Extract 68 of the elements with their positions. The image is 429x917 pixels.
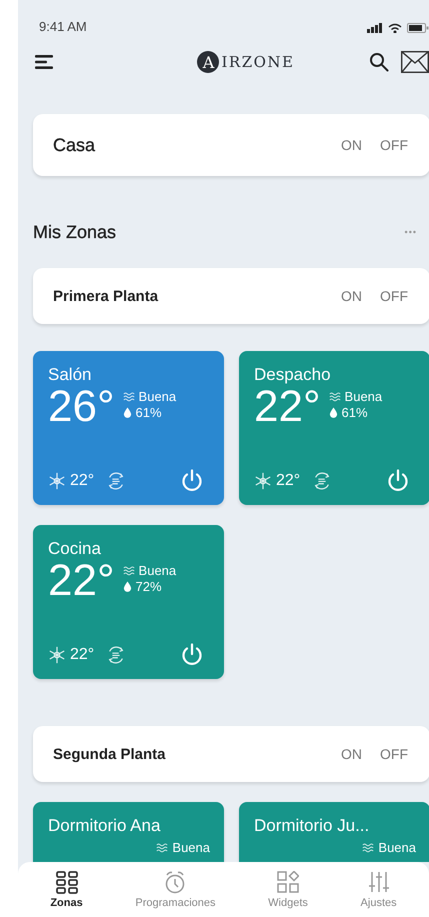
waves-icon [122,565,135,576]
zone-name: Salón [48,365,92,385]
mail-icon[interactable] [400,51,429,73]
alarm-clock-icon[interactable] [164,870,186,894]
zone-card[interactable]: Despacho 22° Buena 61% 22° [239,351,429,505]
humidity-value: 72% [136,579,162,594]
grid-icon[interactable] [56,870,78,894]
signal-icon [367,23,383,33]
zone-card[interactable]: Dormitorio Ana Buena [33,802,224,862]
group-name: Segunda Planta [53,746,166,762]
more-button[interactable]: ••• [404,227,417,237]
fan-mode-icon [312,471,332,491]
group-name: Primera Planta [53,288,158,304]
on-button[interactable]: ON [341,746,362,762]
power-icon[interactable] [180,643,204,667]
on-button[interactable]: ON [341,137,362,153]
air-quality: Buena [344,389,382,404]
waves-icon [328,391,341,402]
humidity-value: 61% [136,405,162,420]
drop-icon [122,407,132,418]
search-icon[interactable] [368,52,389,72]
battery-icon [407,23,429,33]
zone-name: Dormitorio Ana [48,816,162,836]
waves-icon [362,842,374,853]
power-icon[interactable] [180,469,204,493]
off-button[interactable]: OFF [380,288,408,304]
zone-temperature: 22° [254,385,321,429]
drop-icon [328,407,338,418]
zone-temperature: 26° [48,385,115,429]
setpoint-temperature: 22° [70,646,94,664]
zone-card[interactable]: Dormitorio Ju... Buena [239,802,429,862]
waves-icon [156,842,168,853]
nav-tab[interactable]: Zonas [50,870,83,908]
off-button[interactable]: OFF [380,137,408,153]
air-quality: Buena [172,840,210,855]
humidity-value: 61% [342,405,368,420]
drop-icon [122,581,132,592]
air-quality: Buena [378,840,416,855]
power-icon[interactable] [386,469,410,493]
zone-name: Cocina [48,539,102,559]
fan-mode-icon [106,645,126,665]
on-button[interactable]: ON [341,288,362,304]
nav-tab[interactable]: Widgets [268,870,308,908]
menu-icon[interactable] [35,55,53,69]
nav-tab[interactable]: Programaciones [135,870,216,908]
setpoint-temperature: 22° [70,472,94,490]
zone-card[interactable]: Salón 26° Buena 61% 22° [33,351,224,505]
fan-mode-icon [106,471,126,491]
setpoint-temperature: 22° [276,472,300,490]
widgets-icon[interactable] [277,870,300,894]
sliders-icon[interactable] [368,870,390,894]
air-quality: Buena [138,389,176,404]
waves-icon [122,391,135,402]
zone-name: Despacho [254,365,332,385]
nav-tab[interactable]: Ajustes [360,870,397,908]
section-title: Mis Zonas [33,222,116,242]
snowflake-icon [254,472,272,490]
zone-name: Dormitorio Ju... [254,816,370,836]
snowflake-icon [48,472,66,490]
off-button[interactable]: OFF [380,746,408,762]
zone-temperature: 22° [48,559,115,603]
home-name: Casa [53,134,96,156]
status-time: 9:41 AM [39,19,87,36]
zone-card[interactable]: Cocina 22° Buena 72% 22° [33,525,224,679]
airzone-logo: A IRZONE [197,51,294,73]
wifi-icon [388,23,402,33]
snowflake-icon [48,646,66,664]
air-quality: Buena [138,563,176,578]
